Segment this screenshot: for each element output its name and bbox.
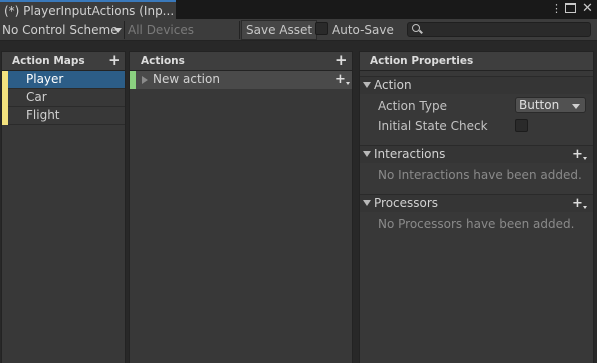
action-map-label: Player xyxy=(26,72,64,86)
add-interaction-button[interactable]: + xyxy=(572,148,587,161)
interactions-section-header[interactable]: Interactions + xyxy=(360,145,593,163)
actions-title: Actions xyxy=(141,55,185,67)
auto-save-label: Auto-Save xyxy=(332,23,394,37)
save-asset-button[interactable]: Save Asset xyxy=(241,20,318,40)
window-tab[interactable]: (*) PlayerInputActions (Inp... xyxy=(0,0,176,19)
add-processor-button[interactable]: + xyxy=(572,197,587,210)
interactions-empty-message: No Interactions have been added. xyxy=(378,168,582,182)
action-maps-panel: Action Maps + Player Car Flight xyxy=(1,51,126,363)
action-section-label: Action xyxy=(374,78,412,92)
initial-state-check-checkbox[interactable] xyxy=(515,119,528,132)
add-action-map-button[interactable]: + xyxy=(108,53,121,68)
auto-save-checkbox[interactable] xyxy=(315,22,328,35)
action-label: New action xyxy=(153,72,220,86)
search-icon xyxy=(412,24,420,32)
initial-state-check-label: Initial State Check xyxy=(378,119,488,133)
action-properties-header: Action Properties xyxy=(360,52,593,71)
toolbar-divider xyxy=(239,21,240,39)
action-map-item[interactable]: Flight xyxy=(2,107,125,125)
processors-empty-message: No Processors have been added. xyxy=(378,217,575,231)
action-color-stripe xyxy=(130,71,136,89)
chevron-down-icon xyxy=(572,104,580,109)
actions-header: Actions + xyxy=(130,52,352,71)
control-scheme-label: No Control Scheme xyxy=(2,23,118,37)
action-properties-title: Action Properties xyxy=(370,55,474,67)
close-icon[interactable]: ✕ xyxy=(582,1,593,16)
add-binding-button[interactable]: + xyxy=(335,73,350,86)
control-scheme-dropdown[interactable]: No Control Scheme xyxy=(2,21,123,39)
foldout-arrow-icon xyxy=(363,151,371,157)
action-map-label: Flight xyxy=(26,108,60,122)
action-properties-panel: Action Properties Action Action Type But… xyxy=(359,51,594,363)
action-map-color-stripe xyxy=(2,71,8,89)
action-maps-header: Action Maps + xyxy=(2,52,125,71)
expand-arrow-icon[interactable] xyxy=(142,76,148,84)
window-tab-title: (*) PlayerInputActions (Inp... xyxy=(4,4,175,18)
action-type-value: Button xyxy=(519,98,560,112)
foldout-arrow-icon xyxy=(363,200,371,206)
action-map-label: Car xyxy=(26,90,47,104)
maximize-icon[interactable] xyxy=(565,3,576,13)
chevron-down-icon xyxy=(114,28,122,33)
search-input[interactable] xyxy=(407,22,591,37)
devices-label: All Devices xyxy=(128,23,194,37)
foldout-arrow-icon xyxy=(363,82,371,88)
add-action-button[interactable]: + xyxy=(335,53,348,68)
action-type-dropdown[interactable]: Button xyxy=(515,97,586,113)
processors-section-header[interactable]: Processors + xyxy=(360,194,593,212)
action-section-header[interactable]: Action xyxy=(360,76,593,94)
window-title-bar: (*) PlayerInputActions (Inp... ⋮ ✕ xyxy=(0,0,597,19)
action-maps-title: Action Maps xyxy=(12,55,85,67)
action-item[interactable]: New action + xyxy=(130,71,352,89)
action-map-item[interactable]: Player xyxy=(2,71,125,89)
kebab-menu-icon[interactable]: ⋮ xyxy=(551,2,562,15)
toolbar-divider xyxy=(124,21,125,39)
devices-dropdown[interactable]: All Devices xyxy=(128,21,238,39)
processors-section-label: Processors xyxy=(374,196,439,210)
action-map-color-stripe xyxy=(2,107,8,125)
action-map-color-stripe xyxy=(2,89,8,107)
action-map-item[interactable]: Car xyxy=(2,89,125,107)
action-type-label: Action Type xyxy=(378,99,447,113)
interactions-section-label: Interactions xyxy=(374,147,446,161)
actions-panel: Actions + New action + xyxy=(129,51,353,363)
